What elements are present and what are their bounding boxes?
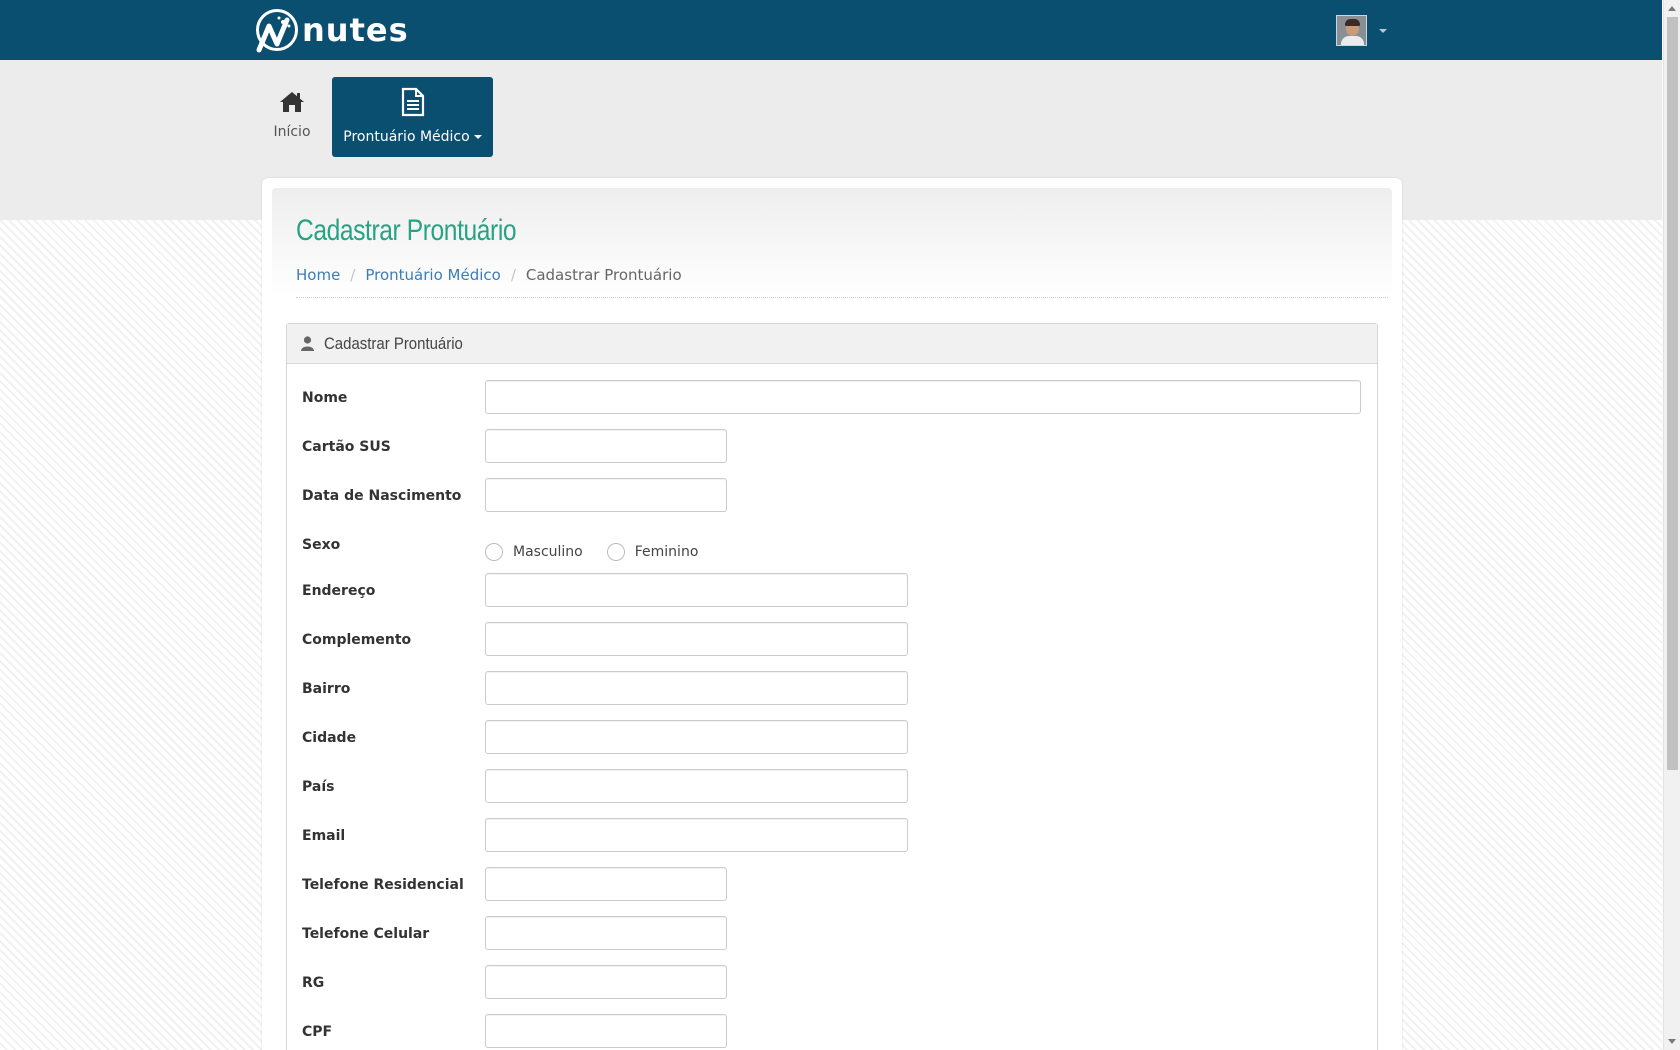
form-row-cpf: CPF [287,1014,1377,1050]
cidade-input[interactable] [485,720,908,754]
cartao-sus-label: Cartão SUS [302,439,391,455]
scrollbar-thumb[interactable] [1667,17,1678,770]
form-row-bairro: Bairro [287,671,1377,721]
rg-label: RG [302,975,325,991]
complemento-input[interactable] [485,622,908,656]
panel-heading: Cadastrar Prontuário [287,324,1377,364]
form-row-data-nascimento: Data de Nascimento [287,478,1377,528]
telefone-residencial-input[interactable] [485,867,727,901]
breadcrumb-separator: / [510,266,516,284]
form-row-complemento: Complemento [287,622,1377,672]
menu-item-label: Início [273,124,311,140]
telefone-residencial-label: Telefone Residencial [302,877,464,893]
radio-label: Feminino [634,544,699,560]
breadcrumb-separator: / [350,266,356,284]
form-row-email: Email [287,818,1377,868]
user-icon [301,336,314,351]
sexo-label: Sexo [302,537,341,553]
breadcrumb-current: Cadastrar Prontuário [525,266,682,284]
brand-logo[interactable]: nutes [256,8,409,53]
scroll-up-arrow-icon[interactable] [1668,6,1676,11]
data-nascimento-input[interactable] [485,478,727,512]
rg-input[interactable] [485,965,727,999]
pais-label: País [302,779,335,795]
data-nascimento-label: Data de Nascimento [302,488,462,504]
scroll-down-arrow-icon[interactable] [1668,1039,1676,1044]
radio-button[interactable] [606,543,625,561]
bairro-label: Bairro [302,681,351,697]
main-container: Cadastrar Prontuário Home / Prontuário M… [262,178,1402,1050]
radio-label: Masculino [513,544,583,560]
complemento-label: Complemento [302,632,412,648]
form-row-pais: País [287,769,1377,819]
bairro-input[interactable] [485,671,908,705]
page-title: Cadastrar Prontuário [296,214,517,247]
radio-button[interactable] [485,543,503,561]
home-icon [280,92,304,112]
header-divider [296,297,1388,298]
breadcrumb-home[interactable]: Home [296,266,340,284]
avatar[interactable] [1336,15,1367,46]
page-header: Cadastrar Prontuário Home / Prontuário M… [272,188,1392,298]
form-row-rg: RG [287,965,1377,1015]
sexo-radio-group: Masculino Feminino [485,543,722,561]
form-row-cartao-sus: Cartão SUS [287,429,1377,479]
breadcrumb: Home / Prontuário Médico / Cadastrar Pro… [296,266,682,284]
cidade-label: Cidade [302,730,357,746]
chevron-down-icon [1379,28,1387,33]
breadcrumb-prontuario[interactable]: Prontuário Médico [365,266,500,284]
pais-input[interactable] [485,769,908,803]
caret-down-icon [473,134,482,139]
telefone-celular-label: Telefone Celular [302,926,430,942]
menu-item-prontuario[interactable]: Prontuário Médico [332,77,493,157]
nome-input[interactable] [485,380,1361,414]
form-row-nome: Nome [287,380,1377,430]
form-row-endereco: Endereço [287,573,1377,623]
cpf-label: CPF [302,1024,333,1040]
endereco-label: Endereço [302,583,376,599]
panel-title: Cadastrar Prontuário [324,333,463,353]
radio-masculino[interactable]: Masculino [485,543,583,561]
email-input[interactable] [485,818,908,852]
form-row-cidade: Cidade [287,720,1377,770]
endereco-input[interactable] [485,573,908,607]
cartao-sus-input[interactable] [485,429,727,463]
form-row-telefone-residencial: Telefone Residencial [287,867,1377,917]
menu-item-label: Prontuário Médico [343,129,470,145]
form-row-telefone-celular: Telefone Celular [287,916,1377,966]
cpf-input[interactable] [485,1014,727,1048]
telefone-celular-input[interactable] [485,916,727,950]
brand-name: nutes [302,11,409,49]
form-row-sexo: Sexo Masculino Feminino [287,537,1377,577]
vertical-scrollbar[interactable] [1663,0,1680,1050]
document-icon [401,87,424,117]
radio-feminino[interactable]: Feminino [606,543,699,561]
menu-item-inicio[interactable]: Início [268,78,316,158]
nome-label: Nome [302,390,348,406]
top-navbar: nutes [0,0,1662,60]
form-panel: Cadastrar Prontuário Nome Cartão SUS Dat… [286,323,1378,1050]
email-label: Email [302,828,346,844]
user-menu[interactable] [1336,15,1387,46]
logo-mark-icon [256,9,298,53]
